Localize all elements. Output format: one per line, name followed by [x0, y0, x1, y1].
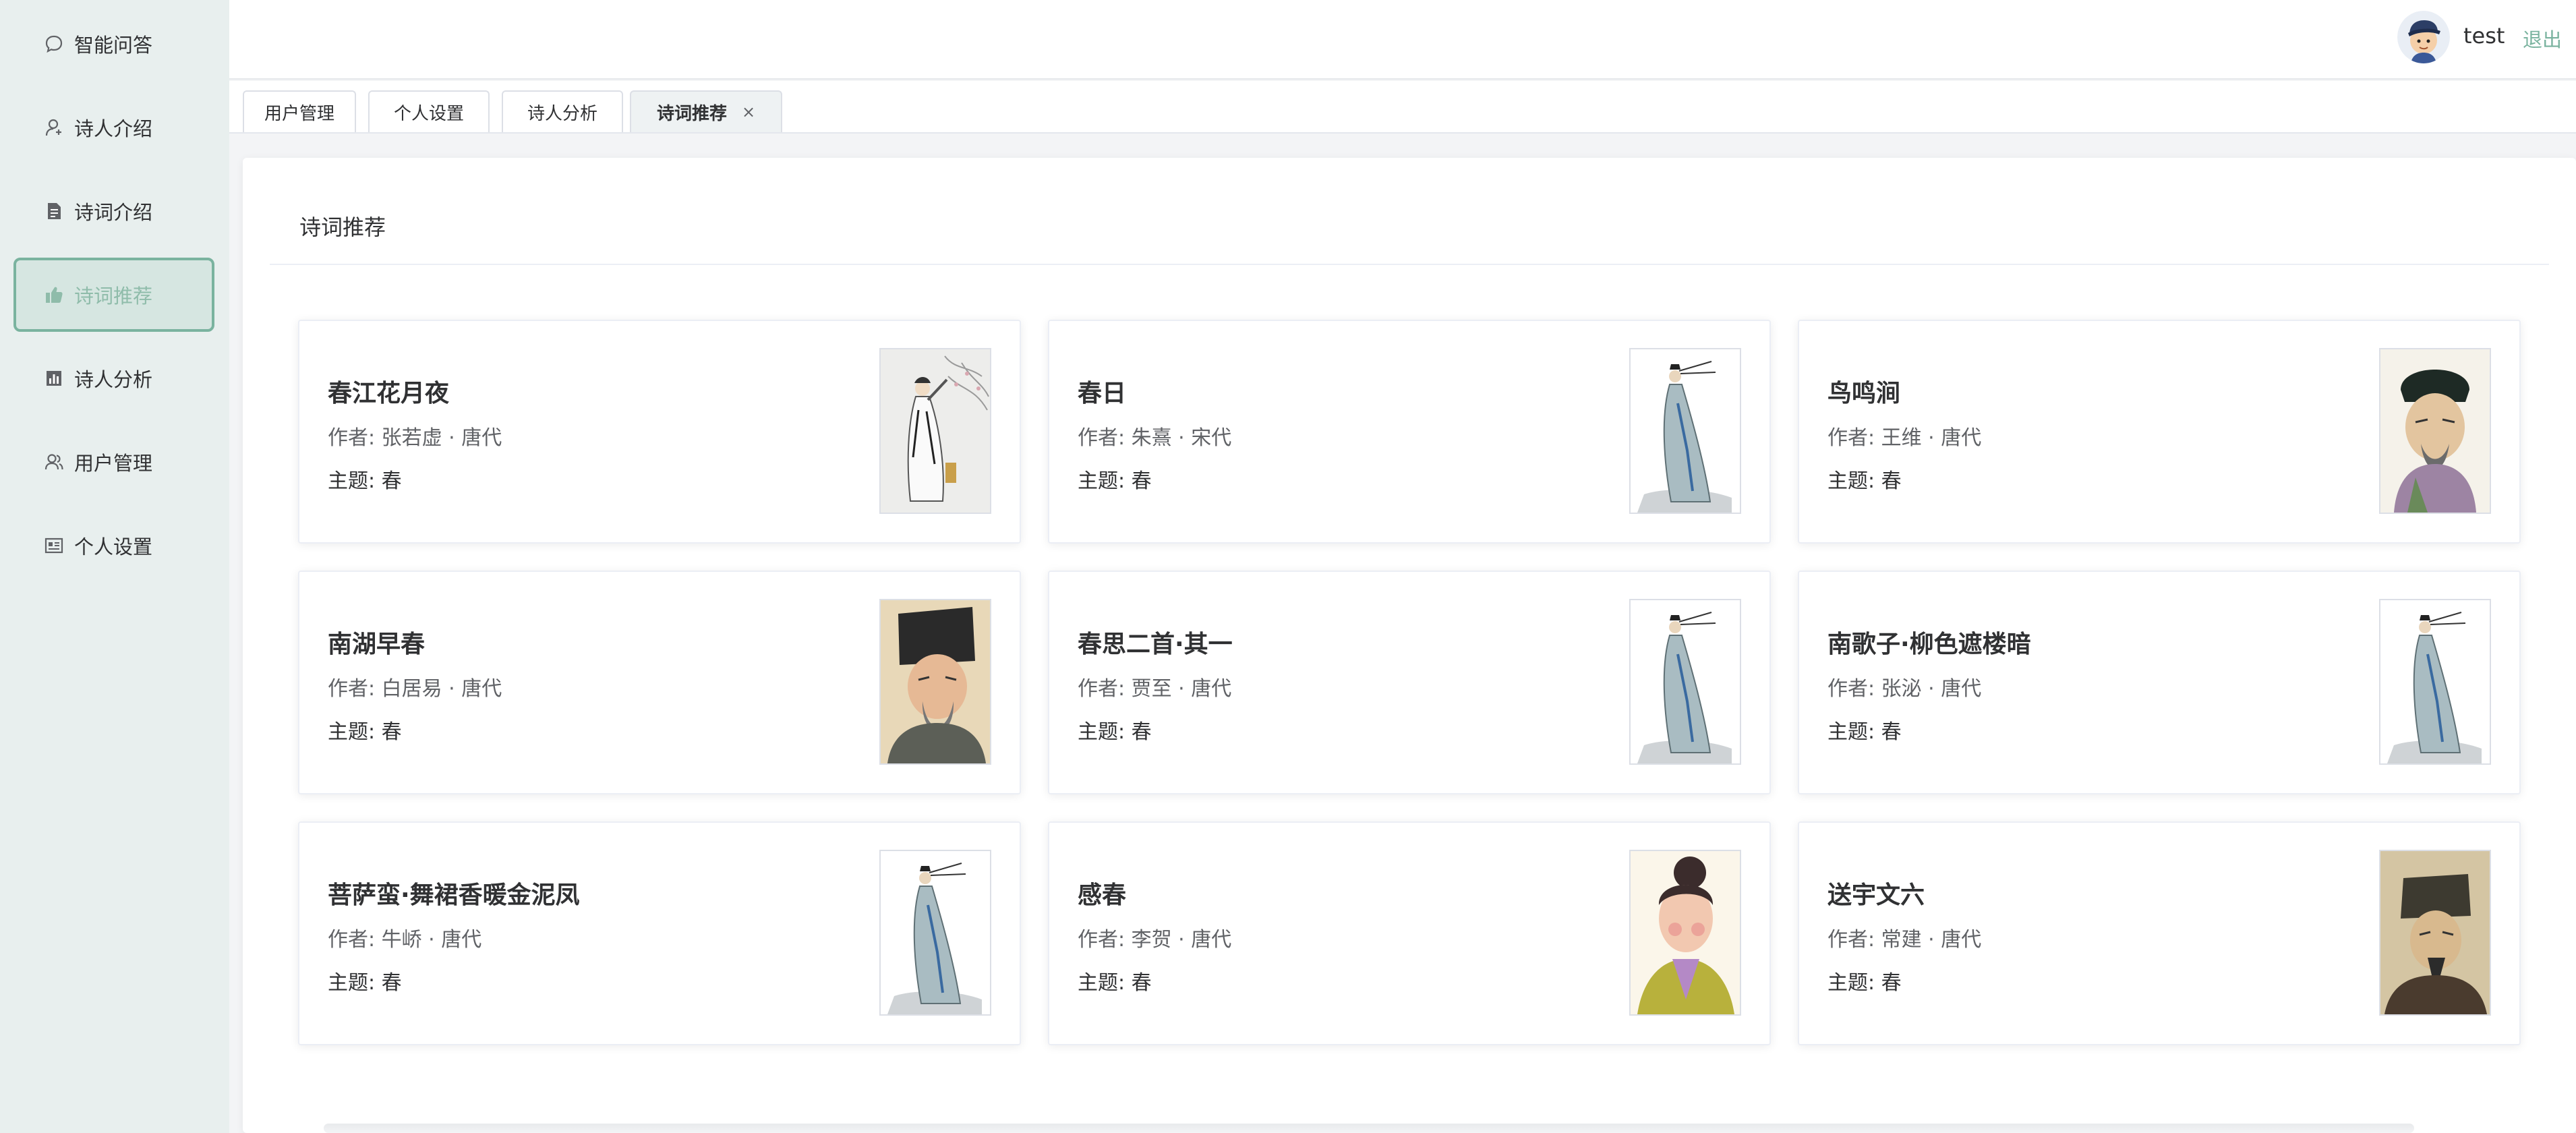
- poet-image: [1629, 850, 1741, 1016]
- tab-label: 用户管理: [264, 103, 334, 124]
- poem-theme: 主题: 春: [1078, 469, 1152, 493]
- poet-image: [879, 348, 991, 514]
- logout-link[interactable]: 退出: [2523, 24, 2562, 53]
- poem-theme: 主题: 春: [1078, 971, 1152, 995]
- poem-theme: 主题: 春: [1078, 720, 1152, 744]
- poem-card[interactable]: 菩萨蛮·舞裙香暖金泥凤 作者: 牛峤 · 唐代 主题: 春: [298, 821, 1021, 1045]
- tab-personal-settings[interactable]: 个人设置: [368, 90, 490, 132]
- sidebar-item-settings[interactable]: 个人设置: [13, 509, 214, 583]
- poem-author: 作者: 王维 · 唐代: [1827, 426, 1982, 450]
- sidebar-item-label: 诗人分析: [74, 368, 153, 391]
- poem-title: 鸟鸣涧: [1827, 380, 1901, 407]
- poet-image: [2379, 850, 2491, 1016]
- sidebar-item-label: 个人设置: [74, 535, 153, 558]
- poem-card[interactable]: 感春 作者: 李贺 · 唐代 主题: 春: [1048, 821, 1771, 1045]
- poet-image: [1629, 599, 1741, 765]
- poem-title: 春思二首·其一: [1078, 631, 1233, 658]
- sidebar-item-label: 诗词介绍: [74, 201, 153, 224]
- poem-author: 作者: 张泌 · 唐代: [1827, 677, 1982, 701]
- tab-poem-recommend[interactable]: 诗词推荐 ×: [630, 90, 782, 132]
- sidebar-item-users[interactable]: 用户管理: [13, 425, 214, 499]
- poem-title: 春日: [1078, 380, 1127, 407]
- poem-title: 感春: [1078, 881, 1127, 909]
- poem-theme: 主题: 春: [328, 971, 402, 995]
- sidebar-item-poets[interactable]: 诗人介绍: [13, 90, 214, 165]
- poem-title: 南湖早春: [328, 631, 426, 658]
- tab-poet-analysis[interactable]: 诗人分析: [502, 90, 623, 132]
- poem-author: 作者: 朱熹 · 宋代: [1078, 426, 1232, 450]
- poem-card[interactable]: 南湖早春 作者: 白居易 · 唐代 主题: 春: [298, 571, 1021, 794]
- poem-theme: 主题: 春: [328, 469, 402, 493]
- bar-chart-icon: [43, 368, 65, 389]
- document-icon: [43, 200, 65, 222]
- main-panel: 诗词推荐 春江花月夜 作者: 张若虚 · 唐代 主题: 春 春日 作者: 朱熹 …: [243, 158, 2576, 1133]
- poet-image: [1629, 348, 1741, 514]
- poem-theme: 主题: 春: [328, 720, 402, 744]
- close-icon[interactable]: ×: [742, 103, 755, 121]
- tab-label: 诗词推荐: [656, 103, 727, 124]
- sidebar-item-analysis[interactable]: 诗人分析: [13, 341, 214, 415]
- poet-image: [879, 599, 991, 765]
- poem-author: 作者: 白居易 · 唐代: [328, 677, 502, 701]
- poem-card[interactable]: 春江花月夜 作者: 张若虚 · 唐代 主题: 春: [298, 320, 1021, 544]
- sidebar-item-label: 诗人介绍: [74, 117, 153, 140]
- poet-image: [879, 850, 991, 1016]
- divider: [270, 264, 2549, 265]
- sidebar-item-recommend[interactable]: 诗词推荐: [13, 258, 214, 332]
- poem-author: 作者: 李贺 · 唐代: [1078, 928, 1232, 952]
- poem-card[interactable]: 鸟鸣涧 作者: 王维 · 唐代 主题: 春: [1798, 320, 2521, 544]
- sidebar-item-label: 用户管理: [74, 452, 153, 475]
- tab-user-management[interactable]: 用户管理: [243, 90, 356, 132]
- chat-bubble-icon: [43, 33, 65, 55]
- bottom-shadow: [324, 1124, 2414, 1133]
- poem-card[interactable]: 南歌子·柳色遮楼暗 作者: 张泌 · 唐代 主题: 春: [1798, 571, 2521, 794]
- poem-theme: 主题: 春: [1827, 971, 1902, 995]
- sidebar-item-label: 诗词推荐: [74, 285, 153, 308]
- poem-author: 作者: 贾至 · 唐代: [1078, 677, 1232, 701]
- user-icon: [43, 117, 65, 138]
- sidebar-item-label: 智能问答: [74, 34, 153, 57]
- tab-label: 个人设置: [393, 103, 464, 124]
- poem-author: 作者: 常建 · 唐代: [1827, 928, 1982, 952]
- poem-card[interactable]: 送宇文六 作者: 常建 · 唐代 主题: 春: [1798, 821, 2521, 1045]
- poem-theme: 主题: 春: [1827, 469, 1902, 493]
- poet-image: [2379, 348, 2491, 514]
- poem-title: 春江花月夜: [328, 380, 450, 407]
- tab-label: 诗人分析: [527, 103, 597, 124]
- poem-title: 菩萨蛮·舞裙香暖金泥凤: [328, 881, 580, 909]
- avatar[interactable]: [2397, 11, 2450, 63]
- poem-author: 作者: 牛峤 · 唐代: [328, 928, 482, 952]
- page-title: 诗词推荐: [299, 214, 386, 240]
- sidebar-item-poems[interactable]: 诗词介绍: [13, 174, 214, 248]
- poet-image: [2379, 599, 2491, 765]
- sidebar: 智能问答 诗人介绍 诗词介绍 诗词推荐 诗人分析 用户管理 个人设置: [0, 0, 229, 1133]
- users-icon: [43, 451, 65, 473]
- username: test: [2463, 23, 2505, 49]
- tab-bar: 用户管理 个人设置 诗人分析 诗词推荐 ×: [229, 81, 2576, 134]
- poem-title: 南歌子·柳色遮楼暗: [1827, 631, 2031, 658]
- top-header: [229, 0, 2576, 80]
- id-card-icon: [43, 535, 65, 556]
- poem-card[interactable]: 春日 作者: 朱熹 · 宋代 主题: 春: [1048, 320, 1771, 544]
- thumbs-up-icon: [43, 284, 65, 306]
- poem-title: 送宇文六: [1827, 881, 1925, 909]
- sidebar-item-qa[interactable]: 智能问答: [13, 7, 214, 81]
- poem-author: 作者: 张若虚 · 唐代: [328, 426, 502, 450]
- poem-theme: 主题: 春: [1827, 720, 1902, 744]
- poem-card[interactable]: 春思二首·其一 作者: 贾至 · 唐代 主题: 春: [1048, 571, 1771, 794]
